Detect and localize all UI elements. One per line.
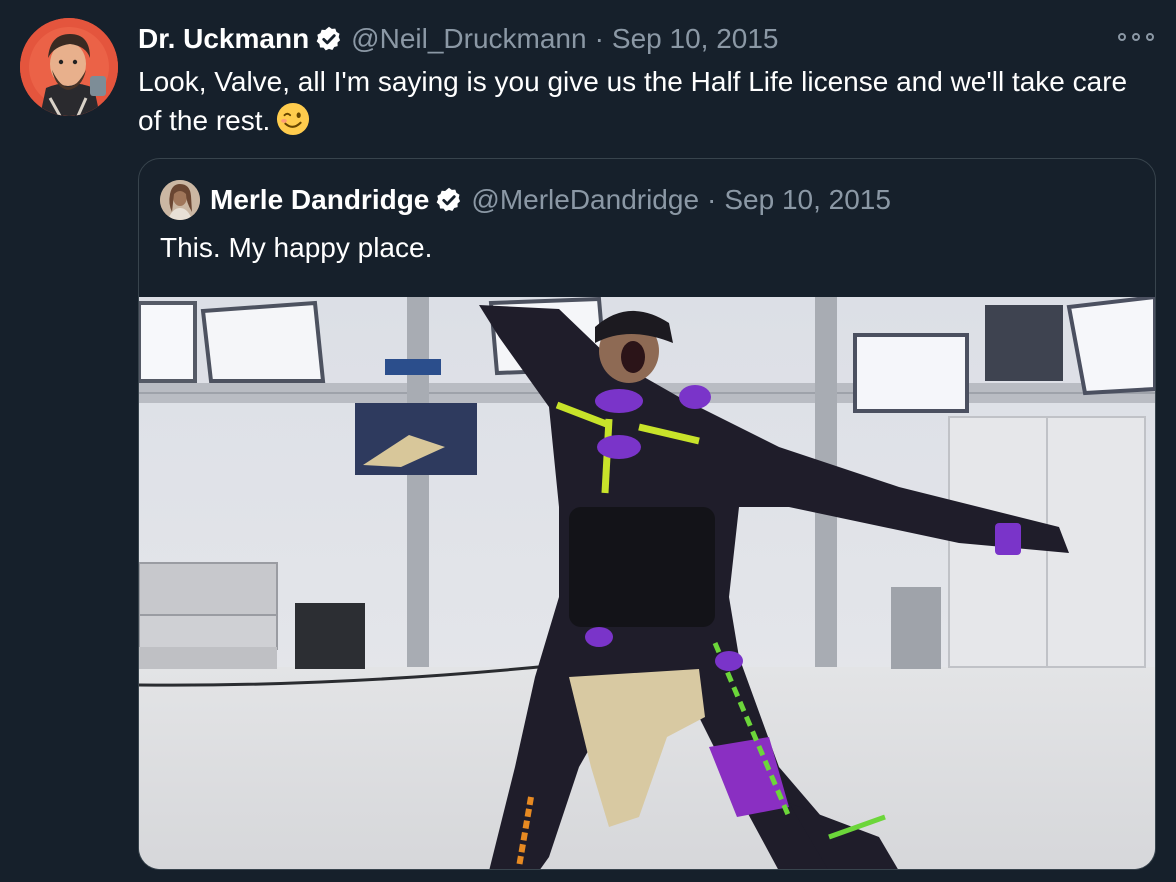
quoted-tweet-photo[interactable] xyxy=(139,297,1155,869)
quoted-tweet-card[interactable]: Merle Dandridge @MerleDandridge · Sep 10… xyxy=(138,158,1156,870)
winking-face-emoji xyxy=(276,102,310,136)
quoted-tweet-header: Merle Dandridge @MerleDandridge · Sep 10… xyxy=(210,181,891,219)
quoted-author-avatar-photo xyxy=(160,180,200,220)
more-options-icon[interactable] xyxy=(1118,26,1154,48)
tweet-header: Dr. Uckmann @Neil_Druckmann · Sep 10, 20… xyxy=(138,20,778,58)
author-handle[interactable]: @Neil_Druckmann xyxy=(351,23,586,55)
quoted-author-name: Merle Dandridge xyxy=(210,184,430,215)
motion-capture-studio-photo xyxy=(139,297,1155,869)
author-avatar[interactable] xyxy=(20,18,118,116)
quoted-tweet-date: Sep 10, 2015 xyxy=(724,184,891,215)
author-name[interactable]: Dr. Uckmann xyxy=(138,23,309,55)
tweet-text: Look, Valve, all I'm saying is you give … xyxy=(138,62,1158,140)
separator-dot: · xyxy=(707,184,717,215)
quoted-tweet-text: This. My happy place. xyxy=(160,232,433,263)
author-avatar-illustration xyxy=(20,18,118,116)
more-dot xyxy=(1132,33,1140,41)
separator-dot: · xyxy=(594,23,604,54)
tweet-date[interactable]: Sep 10, 2015 xyxy=(612,23,779,55)
more-dot xyxy=(1146,33,1154,41)
quoted-author-avatar xyxy=(160,180,200,220)
verified-badge-icon xyxy=(315,25,343,53)
more-dot xyxy=(1118,33,1126,41)
verified-badge-icon xyxy=(435,186,463,214)
quoted-author-handle: @MerleDandridge xyxy=(471,184,700,215)
